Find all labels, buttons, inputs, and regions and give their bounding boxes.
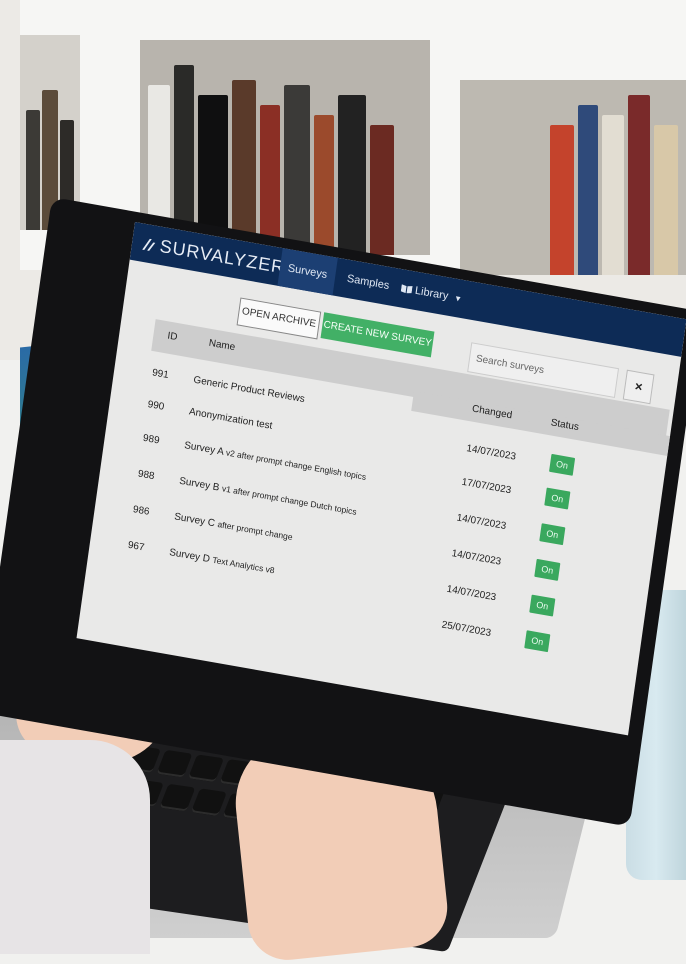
close-icon: × <box>633 378 644 395</box>
row-changed: 14/07/2023 <box>465 443 517 463</box>
status-badge[interactable]: On <box>549 453 576 476</box>
tab-surveys-label: Surveys <box>287 262 328 282</box>
column-header-id[interactable]: ID <box>167 330 178 343</box>
tab-samples-label: Samples <box>346 272 391 293</box>
status-badge[interactable]: On <box>524 630 551 653</box>
row-id: 989 <box>142 432 161 447</box>
clear-search-button[interactable]: × <box>622 369 655 405</box>
logo-icon <box>141 236 157 252</box>
open-archive-button[interactable]: OPEN ARCHIVE <box>236 297 322 340</box>
left-sleeve <box>0 740 150 954</box>
row-id: 988 <box>137 468 156 483</box>
row-id: 967 <box>127 539 146 554</box>
chevron-down-icon: ▼ <box>453 293 463 304</box>
column-header-name[interactable]: Name <box>208 338 236 354</box>
tab-surveys[interactable]: Surveys <box>277 248 338 296</box>
row-id: 986 <box>132 504 151 518</box>
tab-library-label: Library <box>414 284 450 303</box>
row-changed: 25/07/2023 <box>440 619 492 640</box>
